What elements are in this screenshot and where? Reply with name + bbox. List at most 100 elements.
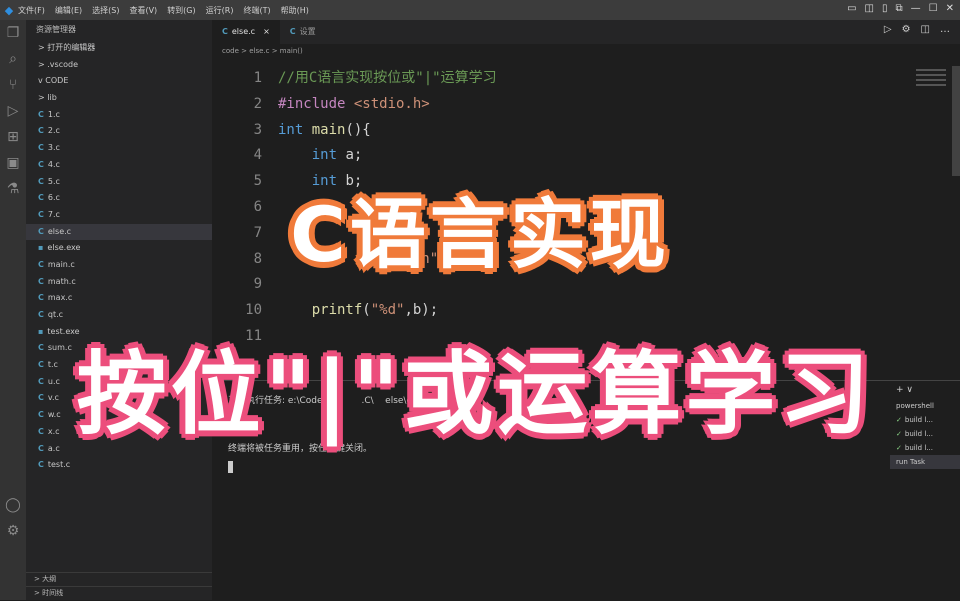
file-label: 6.c <box>47 193 60 203</box>
c-file-icon: C <box>222 27 228 36</box>
file-label: else.c <box>47 226 72 236</box>
window-control-2[interactable]: ▯ <box>882 3 888 14</box>
file-item-7[interactable]: C 4.c <box>26 157 212 174</box>
file-item-15[interactable]: Cmax.c <box>26 290 212 307</box>
file-item-12[interactable]: ▪ else.exe <box>26 240 212 257</box>
code-token: a; <box>345 147 363 164</box>
code-token: ,b); <box>404 302 439 319</box>
code-line: 4 int a; <box>212 143 960 169</box>
file-label: test.exe <box>47 326 80 336</box>
search-icon[interactable]: ⌕ <box>0 46 26 72</box>
file-item-1[interactable]: > .vscode <box>26 57 212 74</box>
window-controls: ▭ ◫ ▯ ⧉ — ☐ ✕ <box>847 3 954 14</box>
window-control-1[interactable]: ◫ <box>865 3 874 14</box>
file-item-8[interactable]: C 5.c <box>26 174 212 191</box>
menu-item-6[interactable]: 终端(T) <box>243 6 270 15</box>
account-icon[interactable]: ◯ <box>0 492 26 518</box>
file-label: > .vscode <box>38 59 78 69</box>
menu-item-2[interactable]: 选择(S) <box>92 6 119 15</box>
c-file-icon: C <box>38 109 44 119</box>
session-label: run Task <box>896 458 926 466</box>
c-file-icon: C <box>38 176 44 186</box>
outline-section[interactable]: > 大纲 <box>26 572 212 586</box>
file-label: test.c <box>47 460 71 470</box>
tab-1[interactable]: C 设置 <box>280 20 326 44</box>
file-label: > lib <box>38 93 57 103</box>
menu-item-5[interactable]: 运行(R) <box>206 6 234 15</box>
window-control-0[interactable]: ▭ <box>847 3 856 14</box>
file-label: math.c <box>47 276 76 286</box>
tab-0[interactable]: Celse.c × <box>212 20 280 44</box>
session-label: build l... <box>904 444 933 452</box>
c-file-icon: C <box>38 426 44 436</box>
code-token: int <box>278 173 346 190</box>
file-item-11[interactable]: Celse.c <box>26 223 212 241</box>
settings-icon[interactable]: ⚙ <box>0 518 26 544</box>
terminal-session-4[interactable]: run Task <box>890 455 960 469</box>
file-item-13[interactable]: Cmain.c <box>26 257 212 274</box>
remote-icon[interactable]: ▣ <box>0 150 26 176</box>
menu-item-4[interactable]: 转到(G) <box>167 6 195 15</box>
file-item-16[interactable]: Cqt.c <box>26 307 212 324</box>
file-item-25[interactable]: Ctest.c <box>26 457 212 474</box>
file-item-17[interactable]: ▪ test.exe <box>26 324 212 341</box>
c-file-icon: C <box>38 443 44 453</box>
minimap[interactable] <box>916 66 946 96</box>
code-token: //用C语言实现按位或"|"运算学习 <box>278 70 497 86</box>
file-label: 5.c <box>47 176 60 186</box>
line-text: printf("%d",b); <box>278 298 438 324</box>
vscode-logo-icon: ◆ <box>4 3 14 17</box>
file-item-5[interactable]: C 2.c <box>26 123 212 140</box>
tab-label: else.c <box>231 27 256 36</box>
editor-scrollbar[interactable] <box>952 66 960 176</box>
code-token: main <box>311 121 346 138</box>
code-token: <stdio.h> <box>353 95 430 112</box>
file-item-10[interactable]: C 7.c <box>26 207 212 224</box>
menu-item-0[interactable]: 文件(F) <box>18 6 45 15</box>
c-file-icon: C <box>38 126 44 136</box>
code-token: #include <box>278 95 354 112</box>
tab-label: 设置 <box>299 27 316 36</box>
menu-item-7[interactable]: 帮助(H) <box>281 6 309 15</box>
file-item-3[interactable]: > lib <box>26 90 212 107</box>
file-item-14[interactable]: Cmath.c <box>26 274 212 291</box>
timeline-section[interactable]: > 时间线 <box>26 586 212 600</box>
file-item-9[interactable]: C 6.c <box>26 190 212 207</box>
line-number: 4 <box>253 147 262 164</box>
activity-bar: ❐ ⌕ ⑂ ▷ ⊞ ▣ ⚗ ◯ ⚙ <box>0 20 26 600</box>
window-control-3[interactable]: ⧉ <box>896 3 903 14</box>
session-label: build l... <box>904 430 933 438</box>
editor-tool-1[interactable]: ⚙ <box>902 24 911 35</box>
editor-tool-2[interactable]: ◫ <box>921 24 930 35</box>
run-debug-icon[interactable]: ▷ <box>0 98 26 124</box>
breadcrumb[interactable]: code > else.c > main() <box>212 44 960 58</box>
file-item-6[interactable]: C 3.c <box>26 140 212 157</box>
file-label: 1.c <box>47 109 60 119</box>
window-control-6[interactable]: ✕ <box>946 3 954 14</box>
menu-item-1[interactable]: 编辑(E) <box>55 6 82 15</box>
test-icon[interactable]: ⚗ <box>0 176 26 202</box>
editor-tool-3[interactable]: … <box>940 24 950 35</box>
explorer-sidebar: 资源管理器 > 打开的编辑器 > .vscode v CODE > lib C 1.c C 2… <box>26 20 212 600</box>
window-control-5[interactable]: ☐ <box>929 3 938 14</box>
line-text: #include <stdio.h> <box>278 92 430 118</box>
files-icon[interactable]: ❐ <box>0 20 26 46</box>
sidebar-bottom-sections: > 大纲 > 时间线 <box>26 572 212 600</box>
close-icon[interactable]: × <box>263 27 270 36</box>
file-item-2[interactable]: v CODE <box>26 73 212 90</box>
line-number: 2 <box>253 95 262 112</box>
editor-tool-0[interactable]: ▷ <box>884 24 892 35</box>
window-control-4[interactable]: — <box>911 3 921 14</box>
c-file-icon: C <box>38 276 44 286</box>
exe-file-icon: ▪ <box>38 326 44 336</box>
extensions-icon[interactable]: ⊞ <box>0 124 26 150</box>
source-control-icon[interactable]: ⑂ <box>0 72 26 98</box>
file-item-0[interactable]: > 打开的编辑器 <box>26 40 212 57</box>
file-item-4[interactable]: C 1.c <box>26 107 212 124</box>
line-number: 3 <box>253 121 262 138</box>
menu-item-3[interactable]: 查看(V) <box>129 6 157 15</box>
c-file-icon: C <box>38 460 44 470</box>
title-bar: ◆ 文件(F) 编辑(E) 选择(S) 查看(V) 转到(G) 运行(R) 终端(T) 帮助(… <box>0 0 960 20</box>
c-file-icon: C <box>38 259 44 269</box>
code-line: 2 #include <stdio.h> <box>212 92 960 118</box>
